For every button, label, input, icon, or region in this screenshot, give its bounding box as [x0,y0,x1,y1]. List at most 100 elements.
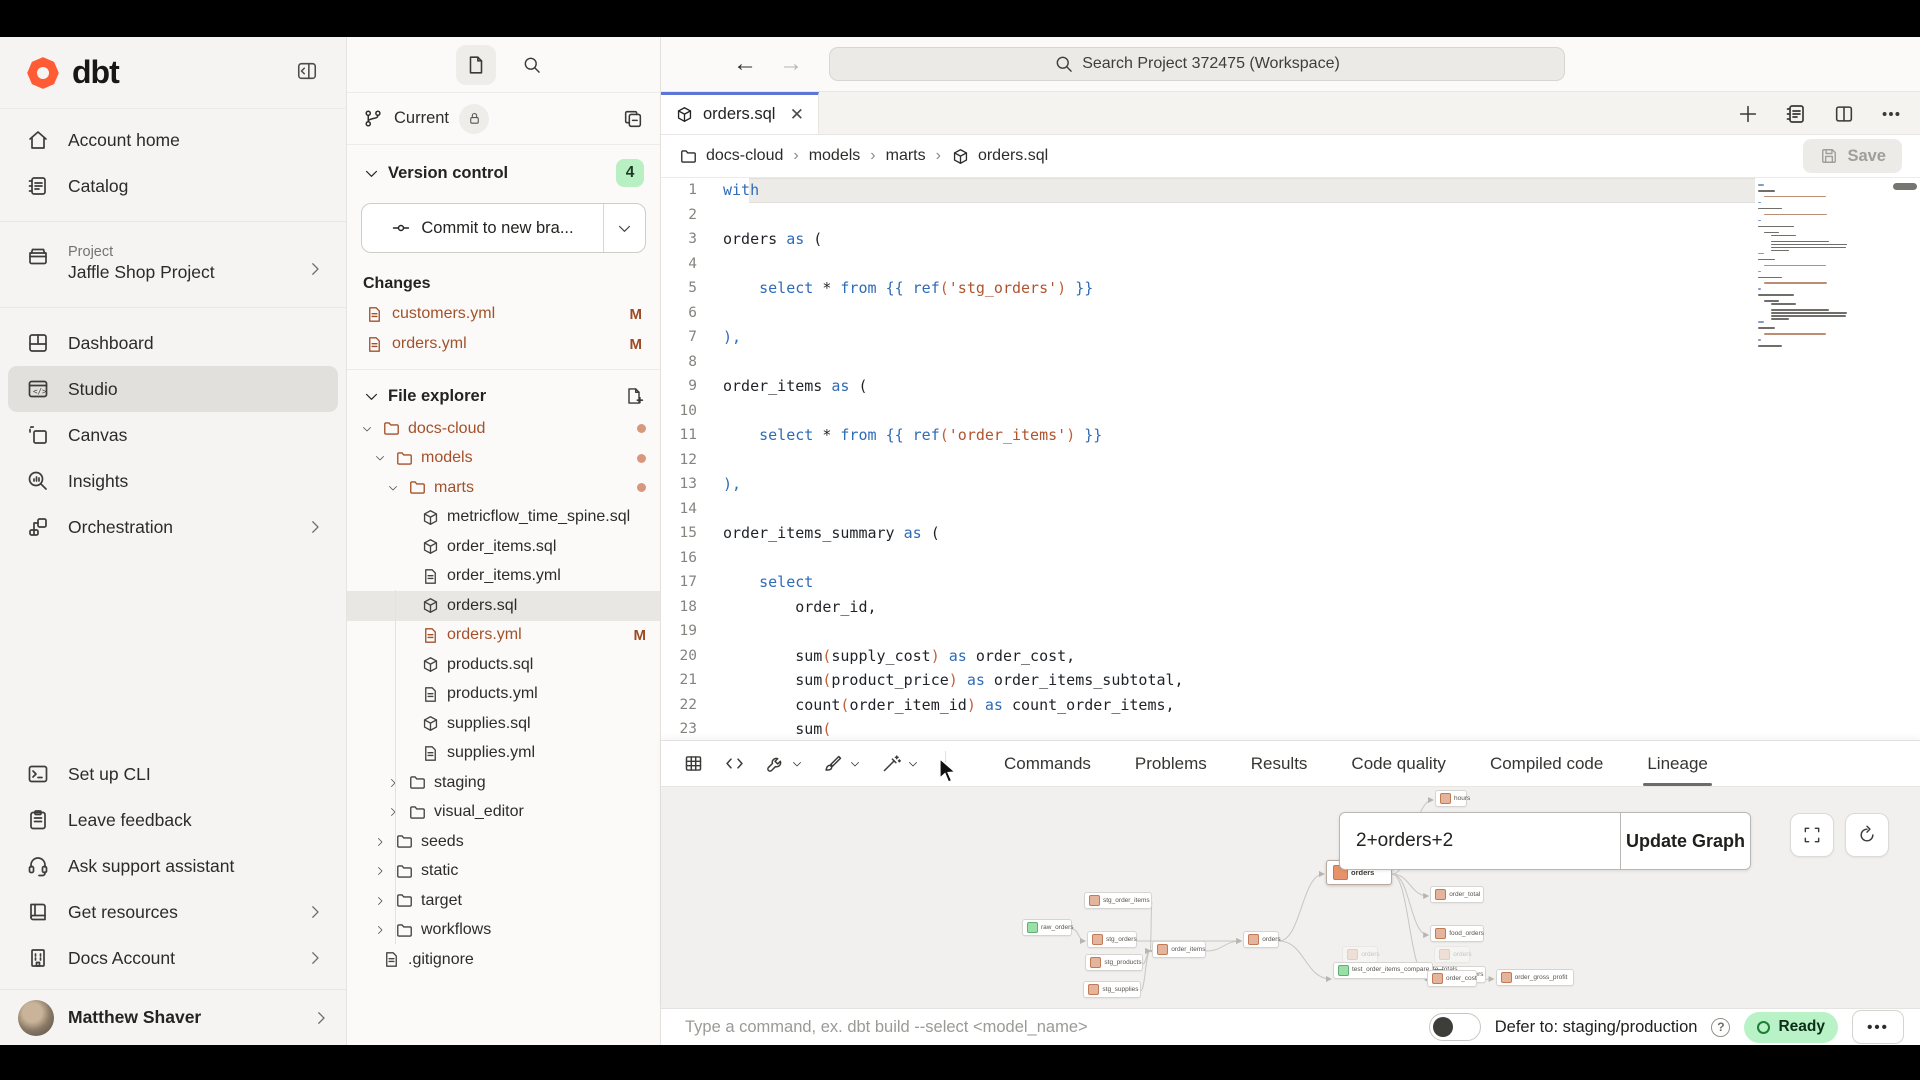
panel-tab-compiled-code[interactable]: Compiled code [1490,741,1603,786]
close-icon[interactable]: ✕ [790,105,804,125]
sidebar-item-leave-feedback[interactable]: Leave feedback [8,797,338,843]
lineage-node-faded1[interactable]: orders [1342,946,1378,963]
sidebar-item-orchestration[interactable]: Orchestration [8,504,338,550]
code-line-7[interactable]: 7), [661,325,1920,350]
code-line-8[interactable]: 8 [661,350,1920,375]
code-line-2[interactable]: 2 [661,203,1920,228]
code-line-14[interactable]: 14 [661,497,1920,522]
tree-item-marts[interactable]: marts [347,473,660,503]
sidebar-item-project[interactable]: Project Jaffle Shop Project [8,234,338,295]
copy-icon[interactable] [622,108,644,130]
panel-tab-problems[interactable]: Problems [1135,741,1207,786]
tree-item-workflows[interactable]: workflows [347,916,660,946]
sidebar-item-canvas[interactable]: Canvas [8,412,338,458]
sidebar-item-set-up-cli[interactable]: Set up CLI [8,751,338,797]
lineage-node-orders_mid[interactable]: orders [1243,931,1279,948]
sidebar-item-dashboard[interactable]: Dashboard [8,320,338,366]
sidebar-item-catalog[interactable]: Catalog [8,163,338,209]
update-graph-button[interactable]: Update Graph [1620,813,1750,869]
file-explorer-header[interactable]: File explorer [347,369,660,414]
lineage-node-hours[interactable]: hours [1435,790,1467,807]
defer-toggle[interactable] [1429,1013,1481,1041]
code-editor[interactable]: 1with23orders as (45 select * from {{ re… [661,178,1920,740]
tree-item-metricflow-time-spine-sql[interactable]: metricflow_time_spine.sql [347,503,660,533]
tree-item-static[interactable]: static [347,857,660,887]
code-line-6[interactable]: 6 [661,301,1920,326]
save-button[interactable]: Save [1803,139,1902,173]
tree-item-seeds[interactable]: seeds [347,827,660,857]
breadcrumb-item[interactable]: docs-cloud [679,147,783,166]
tab-orders-sql[interactable]: orders.sql ✕ [661,92,819,134]
code-line-4[interactable]: 4 [661,252,1920,277]
sidebar-item-docs-account[interactable]: Docs Account [8,935,338,981]
panel-tab-lineage[interactable]: Lineage [1647,741,1708,786]
panel-tab-results[interactable]: Results [1251,741,1308,786]
code-line-5[interactable]: 5 select * from {{ ref('stg_orders') }} [661,276,1920,301]
sidebar-item-account-home[interactable]: Account home [8,117,338,163]
code-line-21[interactable]: 21 sum(product_price) as order_items_sub… [661,668,1920,693]
panel-tab-commands[interactable]: Commands [1004,741,1091,786]
lineage-node-stg_order_items[interactable]: stg_order_items [1084,892,1152,909]
help-icon[interactable]: ? [1711,1018,1730,1037]
lineage-node-food_orders[interactable]: food_orders [1430,925,1484,942]
commit-button[interactable]: Commit to new bra... [361,203,646,253]
tree-item-orders-yml[interactable]: orders.ymlM [347,621,660,651]
tree-item-docs-cloud[interactable]: docs-cloud [347,414,660,444]
lineage-node-order_total[interactable]: order_total [1430,886,1484,903]
version-control-header[interactable]: Version control 4 [347,145,660,195]
code-line-12[interactable]: 12 [661,448,1920,473]
refresh-button[interactable] [1845,813,1889,857]
project-search-input[interactable]: Search Project 372475 (Workspace) [829,47,1565,81]
ai-assist-button[interactable] [881,753,919,774]
lineage-canvas[interactable]: raw_orders stg_order_items stg_orders st… [661,787,1920,1008]
lineage-node-order_items[interactable]: order_items [1152,941,1206,958]
lineage-selector-input[interactable]: 2+orders+2 [1340,813,1620,869]
status-badge[interactable]: Ready [1744,1012,1838,1043]
branch-row[interactable]: Current [347,93,660,145]
lineage-node-order_cost[interactable]: order_cost [1427,970,1477,987]
scrollbar-thumb[interactable] [1893,183,1917,190]
search-view-button[interactable] [512,45,552,85]
sidebar-item-get-resources[interactable]: Get resources [8,889,338,935]
code-line-22[interactable]: 22 count(order_item_id) as count_order_i… [661,693,1920,718]
build-tools-button[interactable] [765,753,803,774]
tree-item-target[interactable]: target [347,886,660,916]
tree-item-supplies-yml[interactable]: supplies.yml [347,739,660,769]
tree-item-models[interactable]: models [347,444,660,474]
code-line-18[interactable]: 18 order_id, [661,595,1920,620]
lineage-node-raw_orders[interactable]: raw_orders [1022,919,1072,936]
code-line-13[interactable]: 13), [661,472,1920,497]
minimap[interactable] [1758,184,1854,362]
code-line-9[interactable]: 9order_items as ( [661,374,1920,399]
tree-item--gitignore[interactable]: .gitignore [347,945,660,975]
tree-item-products-sql[interactable]: products.sql [347,650,660,680]
code-icon[interactable] [724,753,745,774]
sidebar-user[interactable]: Matthew Shaver [0,989,346,1045]
lineage-node-test_orders[interactable]: test_order_items_compare_to_totals [1333,962,1433,979]
sidebar-item-insights[interactable]: Insights [8,458,338,504]
breadcrumb-item[interactable]: orders.sql [951,147,1048,166]
tree-item-order-items-yml[interactable]: order_items.yml [347,562,660,592]
split-editor-button[interactable] [1833,103,1855,125]
command-input[interactable]: Type a command, ex. dbt build --select <… [685,1018,1088,1037]
tree-item-visual-editor[interactable]: visual_editor [347,798,660,828]
new-tab-button[interactable] [1737,103,1759,125]
editor-more-button[interactable] [1880,103,1902,125]
code-line-17[interactable]: 17 select [661,570,1920,595]
fullscreen-button[interactable] [1790,813,1834,857]
back-arrow-icon[interactable]: ← [733,52,757,76]
code-line-19[interactable]: 19 [661,619,1920,644]
tree-item-staging[interactable]: staging [347,768,660,798]
panel-tab-code-quality[interactable]: Code quality [1351,741,1446,786]
format-button[interactable] [823,753,861,774]
catalog-panel-button[interactable] [1784,102,1808,126]
code-line-11[interactable]: 11 select * from {{ ref('order_items') }… [661,423,1920,448]
tree-item-orders-sql[interactable]: orders.sql [347,591,660,621]
code-line-1[interactable]: 1with [661,178,1920,203]
commit-options-button[interactable] [603,204,645,252]
code-line-15[interactable]: 15order_items_summary as ( [661,521,1920,546]
sidebar-item-studio[interactable]: </> Studio [8,366,338,412]
lineage-node-stg_orders[interactable]: stg_orders [1087,931,1137,948]
lineage-node-stg_supplies[interactable]: stg_supplies [1083,981,1140,998]
breadcrumb-item[interactable]: models [809,147,861,165]
